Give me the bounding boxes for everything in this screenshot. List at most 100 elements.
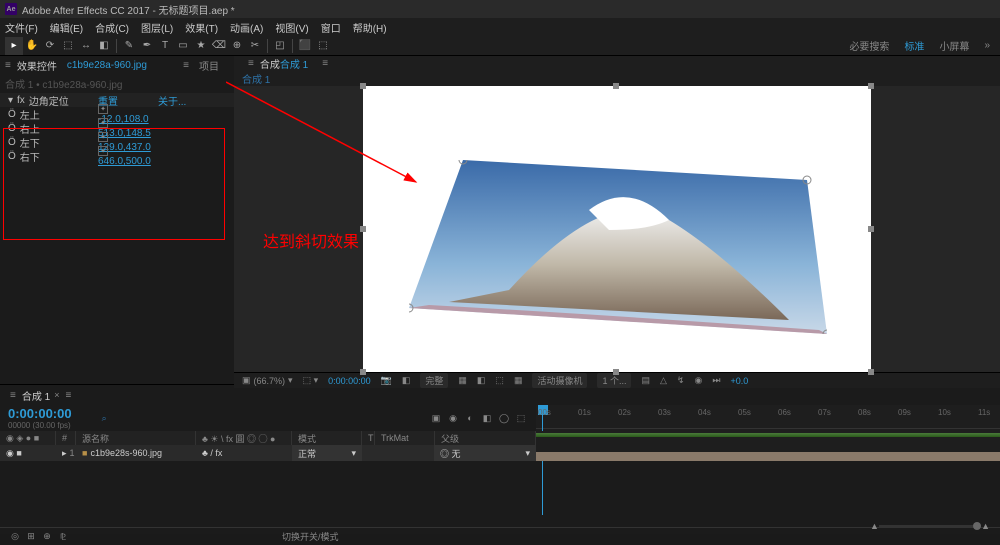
twirl-icon[interactable]: ▸ <box>62 448 67 459</box>
orbit-tool[interactable]: ⬚ <box>59 37 77 55</box>
anchor-tool[interactable]: ◧ <box>95 37 113 55</box>
crosshair-icon[interactable]: ✦ <box>98 132 108 142</box>
timeline-tab[interactable]: 合成 1 <box>22 388 50 403</box>
close-tab-icon[interactable]: × <box>54 390 59 400</box>
crosshair-icon[interactable]: ✦ <box>98 118 108 128</box>
crosshair-icon[interactable]: ✦ <box>98 104 108 114</box>
bbox-handle[interactable] <box>868 369 874 375</box>
fast-preview-icon[interactable]: ↯ <box>677 375 685 386</box>
composition-canvas[interactable] <box>363 86 871 372</box>
hdr-icon[interactable]: ◯ <box>497 411 511 425</box>
clone-tool[interactable]: ★ <box>192 37 210 55</box>
mask-icon[interactable]: ◧ <box>477 375 486 386</box>
selection-tool[interactable]: ▸ <box>5 37 23 55</box>
viewer-comp-link[interactable]: 合成 1 <box>280 56 308 71</box>
menu-edit[interactable]: 编辑(E) <box>50 20 83 35</box>
menu-view[interactable]: 视图(V) <box>275 20 308 35</box>
hdr-icon[interactable]: ▣ <box>429 411 443 425</box>
menu-file[interactable]: 文件(F) <box>5 20 38 35</box>
layer-mode[interactable]: 正常▾ <box>292 445 362 461</box>
zoom-in-icon[interactable]: ▲ <box>981 521 990 531</box>
pen-tool[interactable]: ✒ <box>138 37 156 55</box>
layer-row[interactable]: ◉ ■ ▸1 ■c1b9e28s-960.jpg ♣ / fx 正常▾ ◎ 无▾ <box>0 445 536 461</box>
col-trkmat[interactable]: TrkMat <box>375 431 435 445</box>
col-switches[interactable]: ♣ ☀ \ fx 圓 ◎ ◯ ● <box>196 431 292 445</box>
layers-icon[interactable]: ▤ <box>641 375 650 386</box>
col-av[interactable]: ◉ ◈ ● ■ <box>0 431 56 445</box>
rotate-tool[interactable]: ↔ <box>77 37 95 55</box>
footer-icon[interactable]: ⊞ <box>24 530 38 544</box>
shape-tool[interactable]: ✎ <box>120 37 138 55</box>
roto-tool[interactable]: ⊕ <box>228 37 246 55</box>
transparency-icon[interactable]: ▦ <box>514 375 523 386</box>
3d-icon[interactable]: △ <box>660 375 667 386</box>
menu-effect[interactable]: 效果(T) <box>185 20 218 35</box>
hand-tool[interactable]: ✋ <box>23 37 41 55</box>
bbox-handle[interactable] <box>613 83 619 89</box>
timeline-ruler[interactable]: 00s 01s 02s 03s 04s 05s 06s 07s 08s 09s … <box>536 405 1000 429</box>
stopwatch-icon[interactable]: Ö <box>8 151 16 162</box>
workspace-standard[interactable]: 标准 <box>904 38 924 53</box>
slider-knob[interactable] <box>973 522 981 530</box>
zoom-out-icon[interactable]: ▲ <box>870 521 879 531</box>
region-icon[interactable]: ⬚ <box>495 375 504 386</box>
menu-animation[interactable]: 动画(A) <box>230 20 263 35</box>
param-value[interactable]: 646.0,500.0 <box>98 156 151 167</box>
menu-composition[interactable]: 合成(C) <box>95 20 129 35</box>
bbox-handle[interactable] <box>360 369 366 375</box>
views-dropdown[interactable]: 1 个... <box>597 373 631 388</box>
workspace-small[interactable]: 小屏幕 <box>939 38 969 53</box>
stopwatch-icon[interactable]: Ö <box>8 123 16 134</box>
menu-window[interactable]: 窗口 <box>321 20 341 35</box>
resolution-dropdown[interactable]: ⬚ ▾ <box>303 375 319 386</box>
exposure-value[interactable]: +0.0 <box>730 376 748 386</box>
tab-menu-icon[interactable]: ≡ <box>322 58 328 69</box>
panel-menu-icon[interactable]: ≡ <box>248 58 254 69</box>
footer-icon[interactable]: ⊕ <box>40 530 54 544</box>
zoom-dropdown[interactable]: ▣ (66.7%) ▾ <box>242 375 293 386</box>
col-number[interactable]: # <box>56 431 76 445</box>
eraser-tool[interactable]: ⌫ <box>210 37 228 55</box>
slider-track[interactable] <box>879 525 973 528</box>
current-time[interactable]: 0:00:00:00 <box>328 376 371 386</box>
zoom-tool[interactable]: ⟳ <box>41 37 59 55</box>
local-axis[interactable]: ◰ <box>271 37 289 55</box>
panel-menu-icon[interactable]: ≡ <box>5 60 11 71</box>
crosshair-icon[interactable]: ✦ <box>98 146 108 156</box>
col-source[interactable]: 源名称 <box>76 431 196 445</box>
layer-color-icon[interactable]: ■ <box>82 448 87 458</box>
menu-layer[interactable]: 图层(L) <box>141 20 173 35</box>
corner-pin-image[interactable] <box>409 160 827 334</box>
bbox-handle[interactable] <box>868 226 874 232</box>
tab-project[interactable]: 项目 <box>199 58 219 73</box>
timeline-track-area[interactable] <box>536 431 1000 461</box>
resolution-label[interactable]: 完整 <box>420 373 448 388</box>
layer-trkmat[interactable] <box>374 445 434 461</box>
tab-effect-controls[interactable]: 效果控件 <box>17 58 57 73</box>
tab-menu-icon[interactable]: ≡ <box>65 390 71 401</box>
col-mode[interactable]: 模式 <box>292 431 362 445</box>
stopwatch-icon[interactable]: Ö <box>8 137 16 148</box>
twirl-icon[interactable]: ▾ <box>8 95 13 106</box>
panel-menu-icon[interactable]: ≡ <box>10 390 16 401</box>
grid-icon[interactable]: ▦ <box>458 375 467 386</box>
about-link[interactable]: 关于... <box>158 93 208 108</box>
footer-icon[interactable]: ⅊ <box>56 530 70 544</box>
fast-icon[interactable]: ⏭ <box>712 375 720 386</box>
text-tool[interactable]: T <box>156 37 174 55</box>
bbox-handle[interactable] <box>613 369 619 375</box>
bbox-handle[interactable] <box>360 83 366 89</box>
layer-clip-bar[interactable] <box>536 452 1000 461</box>
brush-tool[interactable]: ▭ <box>174 37 192 55</box>
toggle-switches-label[interactable]: 切换开关/模式 <box>282 530 339 543</box>
timeline-zoom-slider[interactable]: ▲ ▲ <box>870 520 990 532</box>
bbox-handle[interactable] <box>868 83 874 89</box>
channel-icon[interactable]: ◧ <box>402 375 411 386</box>
layer-name[interactable]: c1b9e28s-960.jpg <box>90 448 162 458</box>
hdr-icon[interactable]: ⬚ <box>514 411 528 425</box>
layer-parent[interactable]: ◎ 无▾ <box>434 445 536 461</box>
layer-av[interactable]: ◉ ■ <box>0 445 56 461</box>
snap-1[interactable]: ⬛ <box>296 37 314 55</box>
menu-help[interactable]: 帮助(H) <box>353 20 387 35</box>
layer-switches[interactable]: ♣ / fx <box>196 445 292 461</box>
